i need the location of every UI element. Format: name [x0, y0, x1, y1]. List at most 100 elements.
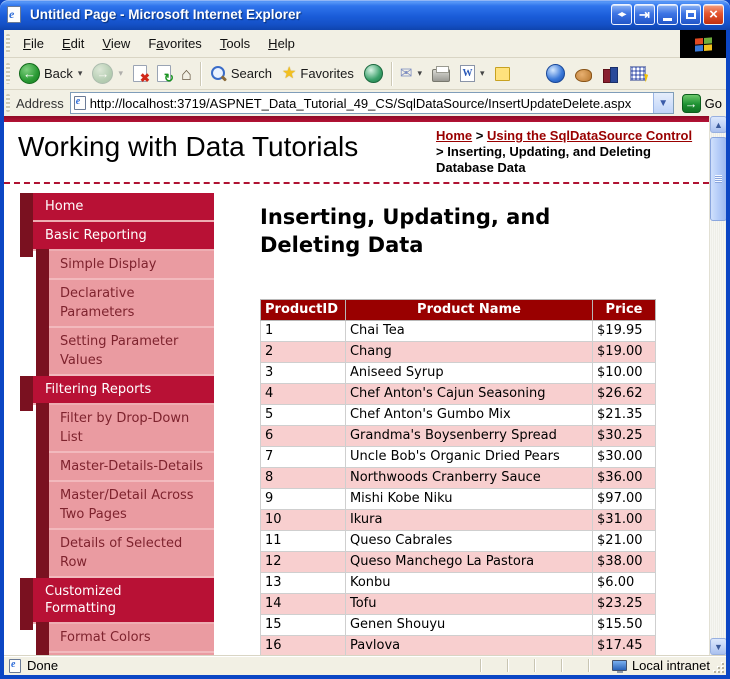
price-cell: $31.00: [593, 510, 656, 531]
menu-item-favorites[interactable]: Favorites: [139, 30, 210, 57]
sidebar-item-details-of-selected-row[interactable]: Details of Selected Row: [49, 530, 214, 578]
product-name-cell: Chang: [345, 342, 592, 363]
address-dropdown-button[interactable]: ▼: [653, 93, 673, 113]
menu-item-edit[interactable]: Edit: [53, 30, 93, 57]
table-row: 11Queso Cabrales$21.00: [261, 531, 656, 552]
go-arrow-icon: →: [682, 94, 701, 113]
favorites-button[interactable]: ★ Favorites: [277, 64, 359, 84]
product-id-cell: 7: [261, 447, 346, 468]
sidebar-item-label: Master-Details-Details: [60, 459, 203, 474]
throbber: [680, 30, 726, 58]
scrollbar-thumb[interactable]: [710, 137, 726, 221]
breadcrumb-separator: >: [472, 128, 487, 143]
price-cell: $30.00: [593, 447, 656, 468]
sidebar-item-label: Filter by Drop-Down List: [60, 411, 189, 445]
edit-word-icon: W: [460, 65, 475, 82]
toolbar-grip[interactable]: [6, 94, 10, 112]
scroll-down-button[interactable]: ▼: [710, 638, 726, 655]
product-id-cell: 2: [261, 342, 346, 363]
print-icon: [432, 69, 450, 82]
toolbar-grip[interactable]: [6, 34, 10, 53]
home-button[interactable]: ⌂: [176, 63, 197, 85]
sidebar-item-home[interactable]: Home: [33, 193, 214, 222]
msn-button[interactable]: [541, 62, 570, 85]
vertical-scrollbar[interactable]: ▲ ▼: [709, 116, 726, 655]
page-title: Inserting, Updating, and Deleting Data: [260, 203, 605, 259]
history-button[interactable]: [359, 62, 388, 85]
search-icon: [209, 65, 227, 83]
product-id-cell: 12: [261, 552, 346, 573]
sidebar-item-setting-parameter-values[interactable]: Setting Parameter Values: [49, 328, 214, 376]
address-bar: Address http://localhost:3719/ASPNET_Dat…: [4, 90, 726, 116]
messenger-button[interactable]: [625, 64, 651, 83]
maximize-button[interactable]: [680, 4, 701, 25]
sidebar-item-filtering-reports[interactable]: Filtering Reports: [33, 376, 214, 405]
back-dropdown-icon[interactable]: ▾: [78, 68, 83, 79]
menu-item-tools[interactable]: Tools: [211, 30, 259, 57]
sidebar-item-master-detail-across-two-pages[interactable]: Master/Detail Across Two Pages: [49, 482, 214, 530]
mail-icon: ✉: [400, 66, 413, 81]
refresh-button[interactable]: ↻: [152, 63, 176, 84]
menu-item-view[interactable]: View: [93, 30, 139, 57]
sidebar-item-basic-reporting[interactable]: Basic Reporting: [33, 222, 214, 251]
table-row: 6Grandma's Boysenberry Spread$30.25: [261, 426, 656, 447]
product-name-cell: Queso Cabrales: [345, 531, 592, 552]
price-cell: $15.50: [593, 615, 656, 636]
sidebar-item-customized-formatting[interactable]: Customized Formatting: [33, 578, 214, 624]
search-companion-button[interactable]: [570, 63, 597, 84]
home-icon: ⌂: [181, 65, 192, 83]
forward-button[interactable]: → ▾: [87, 61, 128, 86]
window-controls: ◂▸ ⇥ ×: [611, 4, 724, 25]
product-name-cell: Queso Manchego La Pastora: [345, 552, 592, 573]
research-button[interactable]: [597, 64, 625, 84]
toolbar-grip[interactable]: [6, 63, 10, 85]
sidebar-item-master-details-details[interactable]: Master-Details-Details: [49, 453, 214, 482]
print-button[interactable]: [427, 64, 455, 84]
breadcrumb-link-home[interactable]: Home: [436, 128, 472, 143]
edit-button[interactable]: W ▾: [455, 63, 490, 84]
price-cell: $19.95: [593, 321, 656, 342]
menu-item-file[interactable]: File: [14, 30, 53, 57]
menu-item-help[interactable]: Help: [259, 30, 304, 57]
sidebar-item-declarative-parameters[interactable]: Declarative Parameters: [49, 280, 214, 328]
stop-button[interactable]: ✖: [128, 63, 152, 84]
sidebar-item-simple-display[interactable]: Simple Display: [49, 251, 214, 280]
product-id-cell: 5: [261, 405, 346, 426]
detach-window-button[interactable]: ⇥: [634, 4, 655, 25]
back-label: Back: [44, 66, 73, 81]
product-name-cell: Uncle Bob's Organic Dried Pears: [345, 447, 592, 468]
status-separator: [588, 659, 589, 672]
titlebar[interactable]: Untitled Page - Microsoft Internet Explo…: [0, 0, 730, 30]
table-row: 16Pavlova$17.45: [261, 636, 656, 656]
sidebar-item-format-colors[interactable]: Format Colors: [49, 624, 214, 653]
minimize-icon: [663, 18, 672, 21]
back-button[interactable]: ← Back ▾: [14, 61, 87, 86]
edit-dropdown-icon[interactable]: ▾: [480, 68, 485, 79]
table-row: 10Ikura$31.00: [261, 510, 656, 531]
scroll-up-button[interactable]: ▲: [710, 116, 726, 133]
breadcrumb-link-using-the-sqldatasource-control[interactable]: Using the SqlDataSource Control: [487, 128, 692, 143]
maximize-icon: [686, 10, 696, 19]
pan-window-button[interactable]: ◂▸: [611, 4, 632, 25]
search-button[interactable]: Search: [204, 63, 277, 85]
address-input[interactable]: http://localhost:3719/ASPNET_Data_Tutori…: [70, 92, 674, 114]
product-name-cell: Konbu: [345, 573, 592, 594]
minimize-button[interactable]: [657, 4, 678, 25]
sidebar-item-filter-by-drop-down-list[interactable]: Filter by Drop-Down List: [49, 405, 214, 453]
mail-button[interactable]: ✉ ▾: [395, 64, 427, 83]
price-cell: $10.00: [593, 363, 656, 384]
product-id-cell: 8: [261, 468, 346, 489]
product-name-cell: Chef Anton's Cajun Seasoning: [345, 384, 592, 405]
close-button[interactable]: ×: [703, 4, 724, 25]
price-cell: $21.35: [593, 405, 656, 426]
resize-grip[interactable]: [715, 664, 724, 673]
status-bar: Done Local intranet: [4, 655, 726, 675]
discuss-button[interactable]: [490, 65, 515, 83]
mail-dropdown-icon[interactable]: ▾: [417, 68, 422, 79]
go-button[interactable]: → Go: [682, 94, 722, 113]
msn-sphere-icon: [546, 64, 565, 83]
sidebar-nav: HomeBasic ReportingSimple DisplayDeclara…: [20, 193, 214, 655]
browser-window: Untitled Page - Microsoft Internet Explo…: [0, 0, 730, 679]
table-row: 1Chai Tea$19.95: [261, 321, 656, 342]
product-id-cell: 3: [261, 363, 346, 384]
